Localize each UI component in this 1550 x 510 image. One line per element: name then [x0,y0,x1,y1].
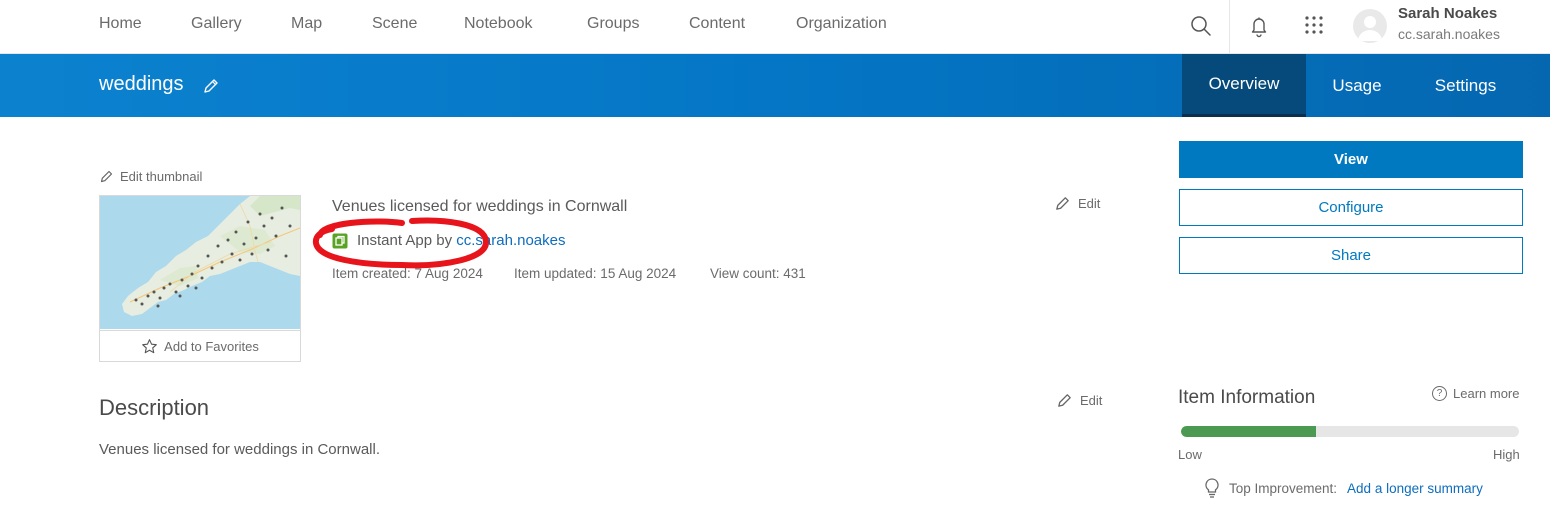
user-handle[interactable]: cc.sarah.noakes [1398,26,1500,42]
item-header: weddings Overview Usage Settings [0,54,1550,117]
meter-low-label: Low [1178,447,1202,462]
pencil-icon [1058,394,1071,407]
help-icon: ? [1432,386,1447,401]
description-text: Venues licensed for weddings in Cornwall… [99,441,380,458]
edit-summary-button[interactable]: Edit [1054,195,1100,212]
item-information-meter [1181,426,1519,437]
view-count: View count: 431 [710,266,806,281]
owner-link[interactable]: cc.sarah.noakes [456,232,565,249]
bell-icon[interactable] [1246,13,1272,39]
pencil-icon[interactable] [202,77,220,95]
add-longer-summary-link[interactable]: Add a longer summary [1347,481,1483,496]
share-button[interactable]: Share [1179,237,1523,274]
instant-app-icon [332,233,348,248]
add-to-favorites-label: Add to Favorites [164,338,259,354]
item-information-heading: Item Information [1178,387,1316,408]
nav-organization[interactable]: Organization [796,15,887,33]
nav-gallery[interactable]: Gallery [191,15,242,33]
nav-home[interactable]: Home [99,15,142,33]
item-summary: Venues licensed for weddings in Cornwall [332,198,628,215]
nav-groups[interactable]: Groups [587,15,639,33]
meter-high-label: High [1493,447,1520,462]
app-launcher-icon[interactable] [1301,13,1327,39]
pencil-icon [1056,197,1069,210]
learn-more-link[interactable]: ? Learn more [1432,386,1519,401]
search-icon[interactable] [1188,13,1214,39]
add-to-favorites-button[interactable]: Add to Favorites [100,330,300,361]
nav-divider [1229,0,1230,54]
nav-content[interactable]: Content [689,15,745,33]
item-type-row: Instant App by cc.sarah.noakes [332,232,565,249]
edit-thumbnail-label: Edit thumbnail [120,169,203,184]
tab-usage[interactable]: Usage [1306,54,1408,117]
nav-scene[interactable]: Scene [372,15,417,33]
item-type-label: Instant App by [357,232,457,249]
nav-map[interactable]: Map [291,15,322,33]
top-navigation: Home Gallery Map Scene Notebook Groups C… [0,0,1550,54]
avatar[interactable] [1353,9,1387,43]
star-icon [142,338,158,353]
edit-thumbnail-link[interactable]: Edit thumbnail [99,169,202,184]
edit-description-button[interactable]: Edit [1056,392,1102,409]
meter-fill [1181,426,1317,437]
thumbnail-map-image [100,196,300,329]
pencil-icon [100,170,113,183]
edit-description-label: Edit [1080,393,1103,408]
view-button[interactable]: View [1179,141,1523,178]
tab-overview[interactable]: Overview [1182,54,1306,117]
thumbnail-card: Add to Favorites [99,195,301,362]
item-updated: Item updated: 15 Aug 2024 [514,266,677,281]
nav-notebook[interactable]: Notebook [464,15,533,33]
item-created: Item created: 7 Aug 2024 [332,266,483,281]
top-improvement: Top Improvement: Add a longer summary [1203,477,1483,499]
user-name[interactable]: Sarah Noakes [1398,5,1497,22]
lightbulb-icon [1205,478,1219,498]
edit-summary-label: Edit [1078,196,1101,211]
learn-more-label: Learn more [1453,386,1520,401]
item-title: weddings [99,73,184,95]
tab-settings[interactable]: Settings [1408,54,1523,117]
configure-button[interactable]: Configure [1179,189,1523,226]
description-heading: Description [99,395,210,420]
top-improvement-label: Top Improvement: [1229,480,1338,496]
